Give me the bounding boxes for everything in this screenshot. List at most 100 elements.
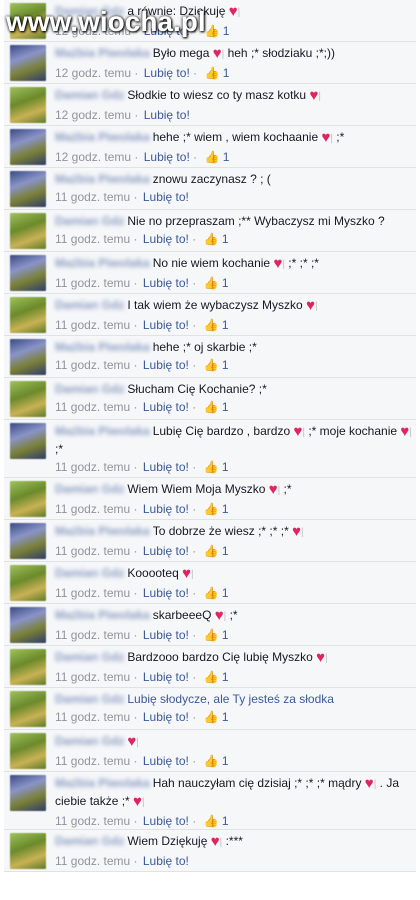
comment-author-link[interactable]: Mażbia Piwolaka [55, 46, 150, 60]
comment-timestamp[interactable]: 11 godz. temu [55, 586, 130, 600]
like-link[interactable]: Lubię to! [143, 318, 189, 332]
comment-timestamp[interactable]: 11 godz. temu [55, 318, 130, 332]
comment-author-link[interactable]: Damian Gdz [55, 566, 124, 580]
like-link[interactable]: Lubię to! [143, 754, 189, 768]
like-count[interactable]: 👍 1 [204, 400, 229, 414]
avatar[interactable] [10, 87, 46, 123]
like-link[interactable]: Lubię to! [143, 854, 189, 868]
like-link[interactable]: Lubię to! [143, 400, 189, 414]
like-link[interactable]: Lubię to! [144, 66, 190, 80]
avatar[interactable] [10, 339, 46, 375]
comment-text: Kooooteq [127, 566, 183, 580]
comment-body: Damian Gdz Nie no przepraszam ;** Wybaczy… [55, 213, 412, 247]
avatar[interactable] [10, 129, 46, 165]
like-count[interactable]: 👍 1 [204, 150, 229, 164]
avatar[interactable] [10, 833, 46, 869]
like-link[interactable]: Lubię to! [143, 502, 189, 516]
comment-author-link[interactable]: Mażbia Piwolaka [55, 340, 150, 354]
like-link[interactable]: Lubię to! [143, 276, 189, 290]
like-count[interactable]: 👍 1 [204, 670, 229, 684]
avatar[interactable] [10, 297, 46, 333]
comment-author-link[interactable]: Damian Gdz [55, 692, 124, 706]
like-link[interactable]: Lubię to! [143, 358, 189, 372]
comment-author-link[interactable]: Damian Gdz [55, 214, 124, 228]
comment-timestamp[interactable]: 11 godz. temu [55, 358, 130, 372]
avatar[interactable] [10, 423, 46, 459]
comment-body: Mażbia Piwolaka skarbeeeQ ♥| ;* 11 godz. … [55, 607, 412, 643]
comment-timestamp[interactable]: 11 godz. temu [55, 276, 130, 290]
avatar[interactable] [10, 213, 46, 249]
comment-author-link[interactable]: Mażbia Piwolaka [55, 424, 150, 438]
like-link[interactable]: Lubię to! [143, 544, 189, 558]
avatar[interactable] [10, 381, 46, 417]
avatar[interactable] [10, 775, 46, 811]
avatar[interactable] [10, 171, 46, 207]
comment-author-link[interactable]: Mażbia Piwolaka [55, 172, 150, 186]
comment-timestamp[interactable]: 12 godz. temu [55, 150, 131, 164]
avatar[interactable] [10, 565, 46, 601]
comment-timestamp[interactable]: 12 godz. temu [55, 108, 131, 122]
comment-timestamp[interactable]: 11 godz. temu [55, 460, 130, 474]
like-count[interactable]: 👍 1 [204, 814, 229, 828]
comment-body: Mażbia Piwolaka hehe ;* oj skarbie ;* 11 … [55, 339, 412, 373]
like-link[interactable]: Lubię to! [143, 628, 189, 642]
like-count[interactable]: 👍 1 [204, 318, 229, 332]
like-count[interactable]: 👍 1 [204, 276, 229, 290]
avatar[interactable] [10, 523, 46, 559]
like-count[interactable]: 👍 1 [204, 358, 229, 372]
comment-timestamp[interactable]: 11 godz. temu [55, 670, 130, 684]
avatar[interactable] [10, 45, 46, 81]
like-count[interactable]: 👍 1 [204, 544, 229, 558]
like-link[interactable]: Lubię to! [143, 190, 189, 204]
comment-author-link[interactable]: Mażbia Piwolaka [55, 776, 150, 790]
like-count[interactable]: 👍 1 [204, 754, 229, 768]
comment-author-link[interactable]: Damian Gdz [55, 298, 124, 312]
like-link[interactable]: Lubię to! [144, 150, 190, 164]
comment-author-link[interactable]: Damian Gdz [55, 88, 124, 102]
like-link[interactable]: Lubię to! [143, 460, 189, 474]
avatar[interactable] [10, 255, 46, 291]
comment-timestamp[interactable]: 11 godz. temu [55, 754, 130, 768]
avatar[interactable] [10, 691, 46, 727]
thumbs-up-icon: 👍 [203, 318, 219, 332]
avatar[interactable] [10, 607, 46, 643]
like-count[interactable]: 👍 1 [204, 24, 229, 38]
comment-author-link[interactable]: Damian Gdz [55, 382, 124, 396]
avatar[interactable] [10, 481, 46, 517]
comment-timestamp[interactable]: 11 godz. temu [55, 710, 130, 724]
heart-emoticon-icon: ♥ [214, 607, 224, 624]
like-count[interactable]: 👍 1 [204, 586, 229, 600]
comment-author-link[interactable]: Mażbia Piwolaka [55, 256, 150, 270]
like-link[interactable]: Lubię to! [143, 670, 189, 684]
comment-author-link[interactable]: Mażbia Piwolaka [55, 130, 150, 144]
comment-author-link[interactable]: Mażbia Piwolaka [55, 524, 150, 538]
emoticon-separator: | [325, 653, 328, 664]
comment-author-link[interactable]: Damian Gdz [55, 482, 124, 496]
like-count[interactable]: 👍 1 [204, 232, 229, 246]
avatar[interactable] [10, 733, 46, 769]
like-count[interactable]: 👍 1 [204, 460, 229, 474]
comment-timestamp[interactable]: 11 godz. temu [55, 854, 130, 868]
comment-timestamp[interactable]: 11 godz. temu [55, 232, 130, 246]
comment-timestamp[interactable]: 12 godz. temu [55, 66, 131, 80]
like-link[interactable]: Lubię to! [143, 232, 189, 246]
like-link[interactable]: Lubię to! [143, 710, 189, 724]
like-count[interactable]: 👍 1 [204, 502, 229, 516]
comment-timestamp[interactable]: 11 godz. temu [55, 814, 130, 828]
like-link[interactable]: Lubię to! [143, 586, 189, 600]
comment-timestamp[interactable]: 11 godz. temu [55, 628, 130, 642]
comment-author-link[interactable]: Damian Gdz [55, 650, 124, 664]
comment-timestamp[interactable]: 11 godz. temu [55, 400, 130, 414]
avatar[interactable] [10, 649, 46, 685]
like-link[interactable]: Lubię to! [143, 814, 189, 828]
comment-timestamp[interactable]: 11 godz. temu [55, 190, 130, 204]
like-count[interactable]: 👍 1 [204, 66, 229, 80]
comment-author-link[interactable]: Damian Gdz [55, 734, 124, 748]
comment-author-link[interactable]: Mażbia Piwolaka [55, 608, 150, 622]
like-count[interactable]: 👍 1 [204, 628, 229, 642]
comment-author-link[interactable]: Damian Gdz [55, 834, 124, 848]
like-count[interactable]: 👍 1 [204, 710, 229, 724]
comment-timestamp[interactable]: 11 godz. temu [55, 502, 130, 516]
like-link[interactable]: Lubię to! [144, 108, 190, 122]
comment-timestamp[interactable]: 11 godz. temu [55, 544, 130, 558]
